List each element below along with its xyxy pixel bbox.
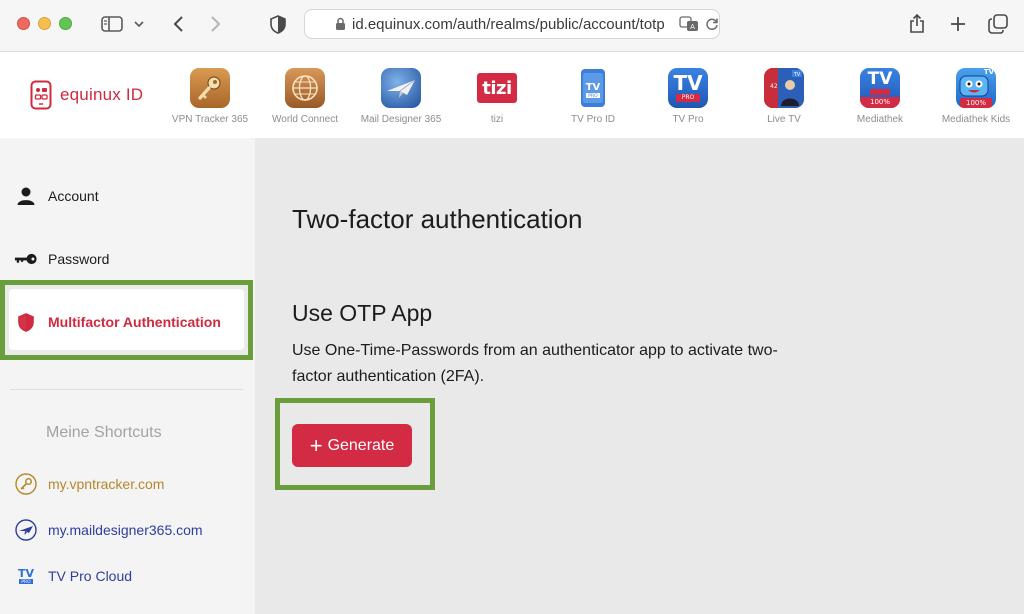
- app-label[interactable]: tizi: [452, 114, 542, 125]
- shortcut-tv-pro-cloud[interactable]: TV PRO TV Pro Cloud: [0, 563, 255, 589]
- key-app-icon[interactable]: [190, 68, 230, 108]
- sidebar-item-label: Multifactor Authentication: [48, 314, 221, 330]
- forward-icon[interactable]: [204, 12, 228, 36]
- app-label[interactable]: TV Pro: [643, 114, 733, 125]
- close-window-button[interactable]: [17, 17, 30, 30]
- generate-button-label: Generate: [327, 436, 395, 454]
- reload-icon[interactable]: [705, 17, 719, 31]
- svg-text:TV: TV: [18, 567, 35, 580]
- lock-icon: [335, 17, 346, 31]
- new-tab-icon[interactable]: [946, 12, 970, 36]
- mediathek-app-icon[interactable]: TV 100%: [860, 68, 900, 108]
- section-description: Use One-Time-Passwords from an authentic…: [292, 342, 778, 385]
- key-circle-icon: [14, 472, 38, 496]
- browser-toolbar: id.equinux.com/auth/realms/public/accoun…: [0, 0, 1024, 52]
- tab-overview-icon[interactable]: [986, 12, 1010, 36]
- shortcuts-heading: Meine Shortcuts: [46, 424, 162, 441]
- shortcut-label: my.maildesigner365.com: [48, 522, 203, 538]
- tv-icon-text: TV: [983, 68, 995, 76]
- pro-ribbon: PRO: [676, 94, 700, 102]
- svg-text:TV: TV: [586, 82, 601, 93]
- shortcut-label: TV Pro Cloud: [48, 568, 133, 584]
- app-header: equinux ID VPN Tracker 365 World Connect…: [0, 52, 1024, 138]
- svg-text:PRO: PRO: [21, 579, 31, 585]
- tv-pro-app-icon[interactable]: TV PRO: [668, 68, 708, 108]
- svg-text:TV: TV: [793, 72, 801, 78]
- privacy-shield-icon[interactable]: [266, 12, 290, 36]
- app-label[interactable]: VPN Tracker 365: [165, 114, 255, 125]
- badge-100-percent: 100%: [860, 97, 900, 108]
- sidebar-item-password[interactable]: Password: [0, 239, 255, 279]
- brand-name: equinux ID: [60, 85, 144, 104]
- mediathek-kids-app-icon[interactable]: TV 100%: [956, 68, 996, 108]
- tizi-app-icon[interactable]: tizi: [477, 73, 517, 103]
- user-icon: [14, 184, 38, 208]
- sidebar-item-account[interactable]: Account: [0, 176, 255, 216]
- main-content: Two-factor authentication Use OTP App Us…: [255, 138, 1024, 614]
- key-icon: [14, 247, 38, 271]
- app-label[interactable]: World Connect: [260, 114, 350, 125]
- app-label[interactable]: TV Pro ID: [548, 114, 638, 125]
- sidebar-item-multifactor-authentication[interactable]: Multifactor Authentication: [0, 302, 255, 342]
- badge-100-percent: 100%: [960, 98, 992, 108]
- svg-text:PRO: PRO: [588, 93, 598, 99]
- generate-button[interactable]: + Generate: [292, 424, 412, 467]
- equinux-id-logo-icon: [30, 80, 52, 110]
- page-title: Two-factor authentication: [292, 204, 583, 234]
- section-title: Use OTP App: [292, 300, 433, 326]
- app-label[interactable]: Mail Designer 365: [356, 114, 446, 125]
- svg-text:42: 42: [770, 83, 778, 90]
- zoom-window-button[interactable]: [59, 17, 72, 30]
- app-label[interactable]: Mediathek Kids: [931, 114, 1021, 125]
- sidebar-item-label: Account: [48, 188, 99, 204]
- url-text: id.equinux.com/auth/realms/public/accoun…: [352, 15, 665, 33]
- tizi-icon-text: tizi: [482, 77, 512, 99]
- phone-tv-app-icon[interactable]: TV PRO: [573, 68, 613, 108]
- tv-icon-text: TV: [867, 69, 893, 89]
- sidebar-item-label: Password: [48, 251, 110, 267]
- app-label[interactable]: Live TV: [739, 114, 829, 125]
- address-bar[interactable]: id.equinux.com/auth/realms/public/accoun…: [304, 9, 720, 39]
- minimize-window-button[interactable]: [38, 17, 51, 30]
- share-icon[interactable]: [905, 12, 929, 36]
- chevron-down-icon[interactable]: [132, 12, 146, 36]
- app-label[interactable]: Mediathek: [835, 114, 925, 125]
- sidebar-divider: [10, 389, 243, 390]
- live-tv-app-icon[interactable]: 42 TV: [764, 68, 804, 108]
- shortcut-maildesigner[interactable]: my.maildesigner365.com: [0, 517, 255, 543]
- tv-pro-icon: TV PRO: [14, 564, 38, 588]
- sidebar: Account Password Multifactor Authenticat…: [0, 138, 255, 614]
- sidebar-toggle-icon[interactable]: [100, 12, 124, 36]
- translate-icon[interactable]: A: [679, 16, 699, 32]
- shortcut-label: my.vpntracker.com: [48, 476, 165, 492]
- back-icon[interactable]: [166, 12, 190, 36]
- plus-icon: +: [309, 432, 323, 458]
- globe-app-icon[interactable]: [285, 68, 325, 108]
- pro-ribbon: [870, 89, 890, 95]
- paper-plane-circle-icon: [14, 518, 38, 542]
- shield-icon: [14, 310, 38, 334]
- tv-icon-text: TV: [673, 71, 703, 95]
- shortcut-vpntracker[interactable]: my.vpntracker.com: [0, 471, 255, 497]
- brand-logo[interactable]: equinux ID: [30, 80, 143, 110]
- svg-text:A: A: [690, 23, 695, 31]
- paper-plane-app-icon[interactable]: [381, 68, 421, 108]
